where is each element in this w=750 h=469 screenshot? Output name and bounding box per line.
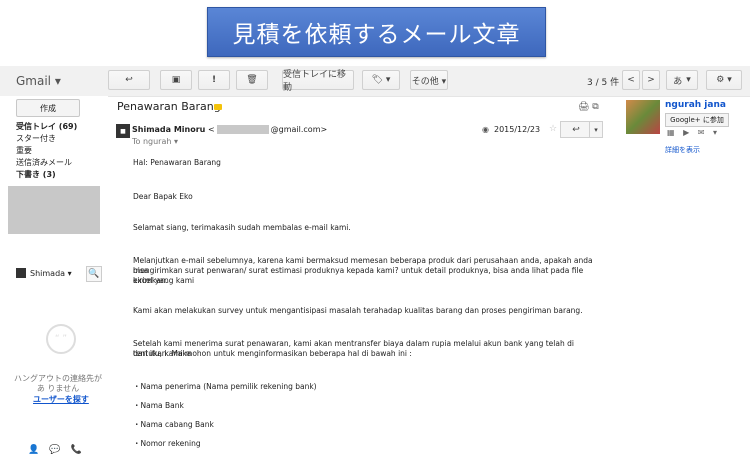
redacted-email xyxy=(216,125,269,134)
sender-name: Shimada Minoru xyxy=(132,125,206,134)
hangouts-empty-text: ハングアウトの連絡先があ りません xyxy=(14,374,102,393)
settings-button[interactable]: ⚙ ▾ xyxy=(706,70,742,90)
sidebar-item-starred[interactable]: スター付き xyxy=(16,133,56,144)
contact-panel: ngurah jana Google+ に参加 ▦ ▶ ✉ ▾ 詳細を表示 xyxy=(620,96,750,469)
sidebar-item-inbox[interactable]: 受信トレイ (69) xyxy=(16,121,77,132)
sender-domain: @gmail.com> xyxy=(270,125,328,134)
email-body-line: Selamat siang, terimakasih sudah membala… xyxy=(133,223,351,232)
gear-icon: ⚙ ▾ xyxy=(716,75,732,85)
join-google-plus-button[interactable]: Google+ に参加 xyxy=(665,113,729,127)
email-subject: Penawaran Barang xyxy=(117,100,221,113)
email-date: 2015/12/23 xyxy=(494,125,541,134)
reply-icon: ↩ xyxy=(572,124,580,135)
show-details-link[interactable]: 詳細を表示 xyxy=(665,145,700,155)
page-count: 3 / 5 件 xyxy=(587,78,620,88)
email-body-line: ・Nama cabang Bank xyxy=(133,420,214,429)
more-actions-button[interactable]: その他 ▾ xyxy=(410,70,448,90)
chat-icon[interactable]: 💬 xyxy=(49,445,60,455)
chat-user-name: Shimada ▾ xyxy=(30,268,72,278)
sidebar-item-sent[interactable]: 送信済みメール xyxy=(16,157,72,168)
reply-button[interactable]: ↩ xyxy=(560,121,592,138)
chevron-left-icon: < xyxy=(627,75,635,85)
report-spam-button[interactable]: ! xyxy=(198,70,230,90)
email-body-line: dari itu, kami mohon untuk menginformasi… xyxy=(133,349,412,358)
back-button[interactable]: ↩ xyxy=(108,70,150,90)
contact-actions-icon[interactable]: ▦ ▶ ✉ ▾ xyxy=(667,128,720,137)
important-marker-icon[interactable] xyxy=(214,104,222,110)
sidebar: 作成 受信トレイ (69) スター付き 重要 送信済みメール 下書き (3) S… xyxy=(0,96,108,469)
sidebar-bottom-tabs: 👤 💬 📞 xyxy=(28,445,82,455)
gmail-app-menu[interactable]: Gmail ▾ xyxy=(16,74,61,88)
email-body-line: kirimkan. xyxy=(133,276,168,285)
email-body-line: ・Nama Bank xyxy=(133,401,184,410)
email-body-line: ・Nomor rekening xyxy=(133,439,201,448)
chevron-down-icon: ▾ xyxy=(686,75,691,85)
chevron-right-icon: > xyxy=(647,75,655,85)
contacts-icon[interactable]: 👤 xyxy=(28,445,39,455)
archive-icon: ▣ xyxy=(171,75,181,85)
spam-icon: ! xyxy=(211,75,217,85)
redacted-area xyxy=(8,186,100,234)
next-button[interactable]: > xyxy=(642,70,660,90)
find-user-link[interactable]: ユーザーを探す xyxy=(33,394,89,405)
contact-avatar xyxy=(626,100,660,134)
eye-icon: ◉ xyxy=(482,125,489,134)
label-icon: 🏷 ▾ xyxy=(371,75,391,85)
sidebar-item-important[interactable]: 重要 xyxy=(16,145,32,156)
archive-button[interactable]: ▣ xyxy=(160,70,192,90)
email-body-line: Hal: Penawaran Barang xyxy=(133,158,221,167)
sidebar-item-drafts[interactable]: 下書き (3) xyxy=(16,169,56,180)
print-icon[interactable]: 🖨 ⧉ xyxy=(578,102,599,112)
back-arrow-icon: ↩ xyxy=(125,75,133,85)
search-icon: 🔍 xyxy=(88,269,100,279)
sender-avatar: ■ xyxy=(116,124,130,138)
email-body-line: Kami akan melakukan survey untuk mengant… xyxy=(133,306,583,315)
email-view: Penawaran Barang 🖨 ⧉ ■ Shimada Minoru < @… xyxy=(108,96,620,469)
sender-open: < xyxy=(207,125,215,134)
trash-icon: 🗑 xyxy=(246,75,258,85)
title-banner: 見積を依頼するメール文章 xyxy=(207,7,546,57)
chat-user-menu[interactable]: Shimada ▾ xyxy=(16,268,72,278)
recipient-line[interactable]: To ngurah ▾ xyxy=(132,137,178,146)
email-body-line: ・Nama penerima (Nama pemilik rekening ba… xyxy=(133,382,317,391)
chat-search-button[interactable]: 🔍 xyxy=(86,266,102,282)
labels-button[interactable]: 🏷 ▾ xyxy=(362,70,400,90)
hangouts-icon: “ ” xyxy=(46,324,76,354)
more-options-button[interactable]: ▾ xyxy=(589,121,603,138)
contact-name[interactable]: ngurah jana xyxy=(665,100,726,110)
phone-icon[interactable]: 📞 xyxy=(70,445,81,455)
sender-line: Shimada Minoru < @gmail.com> xyxy=(132,125,327,134)
delete-button[interactable]: 🗑 xyxy=(236,70,268,90)
input-tools-button[interactable]: あ ▾ xyxy=(666,70,698,90)
move-to-inbox-button[interactable]: 受信トレイに移動 xyxy=(282,70,354,93)
previous-button[interactable]: < xyxy=(622,70,640,90)
email-body-line: Dear Bapak Eko xyxy=(133,192,193,201)
avatar xyxy=(16,268,26,278)
input-tools-label: あ xyxy=(673,76,683,87)
compose-button[interactable]: 作成 xyxy=(16,99,80,117)
gmail-toolbar: Gmail ▾ ↩ ▣ ! 🗑 受信トレイに移動 🏷 ▾ その他 ▾ 3 / 5… xyxy=(0,66,750,97)
star-icon[interactable]: ☆ xyxy=(549,124,557,134)
chevron-down-icon: ▾ xyxy=(594,125,598,134)
